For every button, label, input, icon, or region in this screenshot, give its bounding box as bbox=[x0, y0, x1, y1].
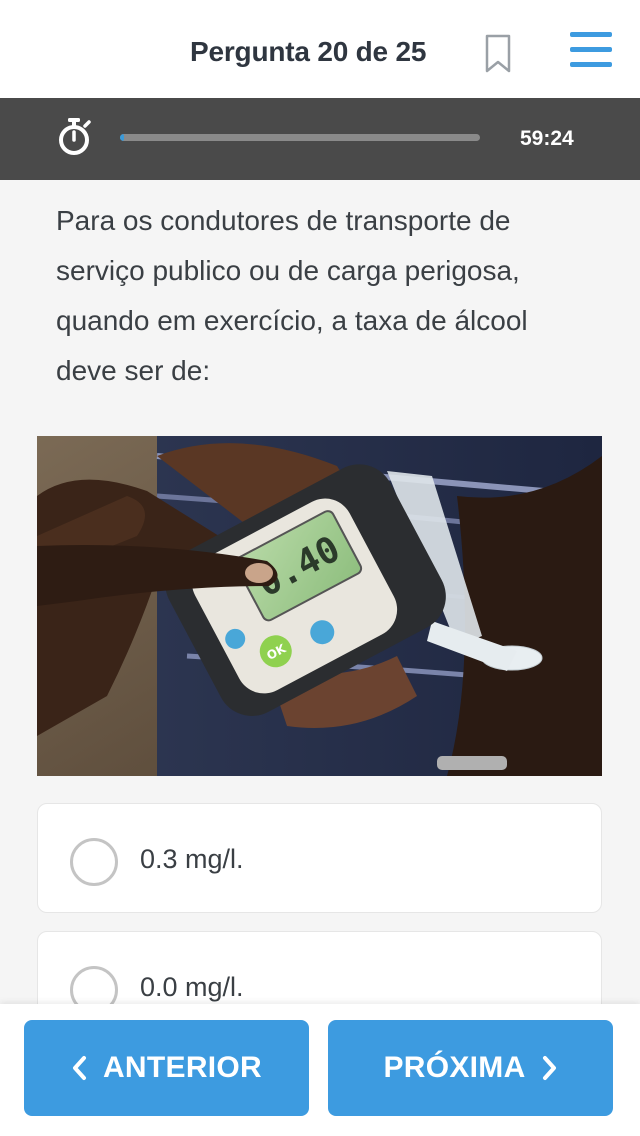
stopwatch-icon bbox=[59, 118, 91, 155]
answer-option-label: 0.0 mg/l. bbox=[140, 972, 244, 1002]
menu-button[interactable] bbox=[568, 30, 614, 70]
time-progress-fill bbox=[120, 134, 124, 141]
time-remaining: 59:24 bbox=[520, 127, 574, 150]
previous-button-label: ANTERIOR bbox=[102, 1051, 263, 1084]
page-title: Pergunta 20 de 25 bbox=[190, 36, 427, 67]
next-button-label: PRÓXIMA bbox=[383, 1051, 526, 1084]
bookmark-button[interactable] bbox=[484, 34, 512, 74]
header: Pergunta 20 de 25 bbox=[0, 0, 640, 98]
radio-button[interactable] bbox=[70, 838, 118, 886]
answer-option-label: 0.3 mg/l. bbox=[140, 844, 244, 874]
breathalyzer-photo: 0.40 OK bbox=[37, 436, 602, 776]
hamburger-menu-icon bbox=[570, 32, 612, 67]
next-button[interactable]: PRÓXIMA bbox=[328, 1020, 613, 1116]
time-progress-bar bbox=[120, 134, 480, 141]
answer-option-1[interactable]: 0.3 mg/l. bbox=[37, 803, 602, 913]
previous-button[interactable]: ANTERIOR bbox=[24, 1020, 309, 1116]
quiz-screen: Pergunta 20 de 25 59:24 Para os condutor… bbox=[0, 0, 640, 1136]
chevron-left-icon bbox=[72, 1056, 86, 1080]
chevron-right-icon bbox=[542, 1056, 556, 1080]
question-text: Para os condutores de transporte de serv… bbox=[56, 205, 528, 386]
bookmark-icon bbox=[485, 34, 511, 73]
question-image: 0.40 OK bbox=[37, 436, 602, 776]
